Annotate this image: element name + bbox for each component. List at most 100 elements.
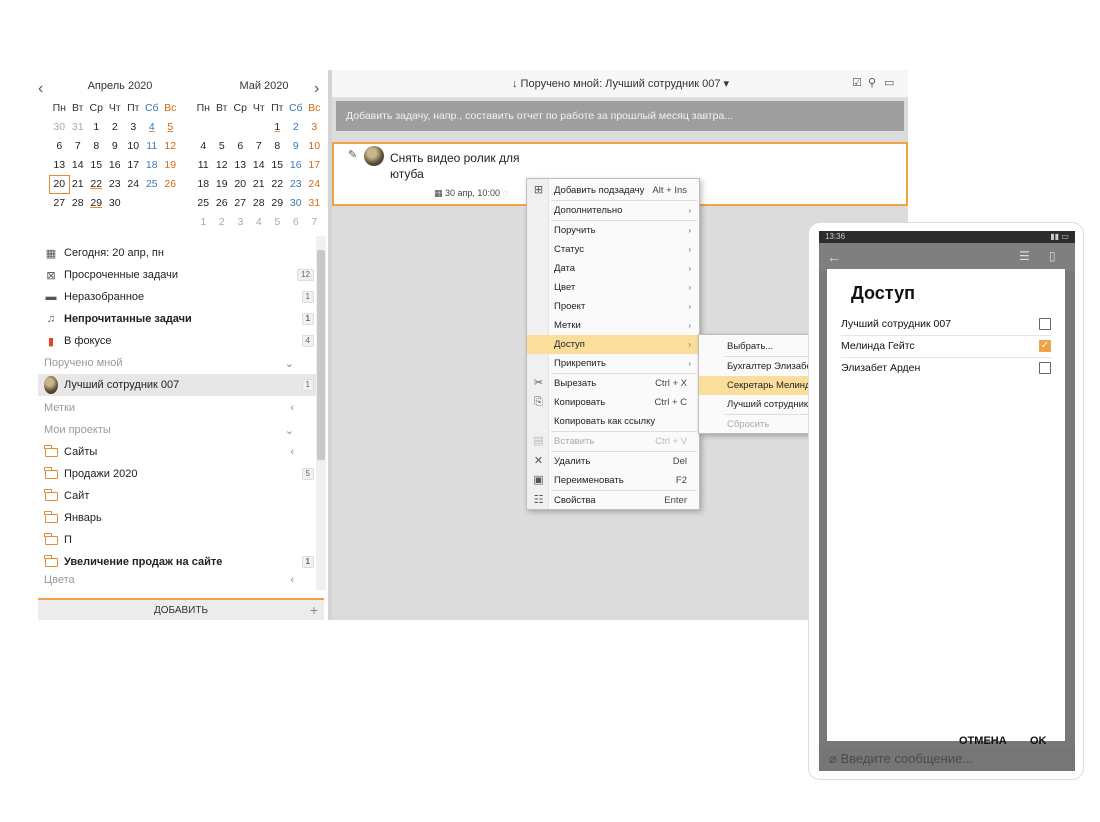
- message-input[interactable]: ⌀ Введите сообщение...: [819, 747, 1075, 771]
- checkbox-checked[interactable]: ✓: [1039, 340, 1051, 352]
- submenu-item-secretary[interactable]: Секретарь Мелинда: [699, 376, 813, 395]
- calendar-day[interactable]: 13: [231, 157, 250, 174]
- calendar-day[interactable]: 25: [194, 195, 213, 212]
- calendar-day[interactable]: 12: [161, 138, 180, 155]
- prev-month-icon[interactable]: ‹: [38, 80, 43, 98]
- calendar-day[interactable]: 2: [213, 214, 232, 231]
- calendar-day[interactable]: 3: [305, 119, 324, 136]
- dialog-option-melinda[interactable]: Мелинда Гейтс ✓: [827, 335, 1065, 357]
- calendar-day[interactable]: 6: [287, 214, 306, 231]
- calendar-day[interactable]: 1: [87, 119, 106, 136]
- calendar-day[interactable]: 31: [305, 195, 324, 212]
- calendar-day[interactable]: 27: [231, 195, 250, 212]
- submenu-item-accountant[interactable]: Бухгалтер Элизабет: [699, 357, 813, 376]
- ok-button[interactable]: OK: [1030, 735, 1047, 747]
- menu-item-paste[interactable]: ▤ Вставить Ctrl + V: [527, 432, 699, 451]
- sidebar-section-tags[interactable]: Метки ‹: [38, 397, 316, 419]
- calendar-day[interactable]: 17: [305, 157, 324, 174]
- sidebar-item-unread[interactable]: ♫ Непрочитанные задачи 1: [38, 308, 316, 330]
- calendar-day[interactable]: 30: [106, 195, 125, 212]
- calendar-day[interactable]: 21: [69, 176, 88, 193]
- calendar-day[interactable]: 4: [194, 138, 213, 155]
- calendar-day[interactable]: 9: [106, 138, 125, 155]
- sidebar-item-today[interactable]: ▦ Сегодня: 20 апр, пн: [38, 242, 316, 264]
- calendar-day[interactable]: 26: [161, 176, 180, 193]
- sidebar-item-project-p[interactable]: П: [38, 529, 316, 551]
- menu-item-access[interactable]: Доступ ›: [527, 335, 699, 354]
- sidebar-item-overdue[interactable]: ⊠ Просроченные задачи 12: [38, 264, 316, 286]
- calendar-day[interactable]: 6: [50, 138, 69, 155]
- checkbox-toggle-icon[interactable]: ☑: [852, 76, 862, 89]
- bookmark-icon[interactable]: ▯: [1049, 249, 1056, 263]
- sidebar-item-project-sales[interactable]: Продажи 2020 5: [38, 463, 316, 485]
- wrench-icon[interactable]: ✎: [348, 148, 357, 161]
- calendar-view-icon[interactable]: ▭: [884, 76, 894, 89]
- calendar-day[interactable]: 13: [50, 157, 69, 174]
- menu-item-date[interactable]: Дата ›: [527, 259, 699, 278]
- sidebar-item-project-site[interactable]: Сайт: [38, 485, 316, 507]
- add-button[interactable]: ДОБАВИТЬ +: [38, 598, 324, 620]
- calendar-day[interactable]: 31: [69, 119, 88, 136]
- menu-item-status[interactable]: Статус ›: [527, 240, 699, 259]
- calendar-day[interactable]: 3: [124, 119, 143, 136]
- calendar-day[interactable]: 23: [287, 176, 306, 193]
- menu-item-copy-link[interactable]: Копировать как ссылку: [527, 412, 699, 431]
- calendar-day[interactable]: 7: [250, 138, 269, 155]
- sidebar-item-project-increase-sales[interactable]: Увеличение продаж на сайте 1: [38, 551, 316, 573]
- calendar-day[interactable]: 12: [213, 157, 232, 174]
- sidebar-item-project-january[interactable]: Январь: [38, 507, 316, 529]
- view-title-dropdown[interactable]: ↓ Поручено мной: Лучший сотрудник 007 ▾: [512, 77, 729, 90]
- calendar-day[interactable]: 27: [50, 195, 69, 212]
- menu-item-copy[interactable]: ⎘ Копировать Ctrl + C: [527, 393, 699, 412]
- calendar-day[interactable]: 1: [268, 119, 287, 136]
- calendar-day[interactable]: 4: [143, 119, 162, 136]
- calendar-day[interactable]: 14: [250, 157, 269, 174]
- calendar-day[interactable]: 10: [305, 138, 324, 155]
- list-icon[interactable]: ☰: [1019, 249, 1030, 263]
- task-title[interactable]: Снять видео ролик для ютуба: [390, 150, 520, 182]
- calendar-day[interactable]: 7: [69, 138, 88, 155]
- menu-item-project[interactable]: Проект ›: [527, 297, 699, 316]
- menu-item-attach[interactable]: Прикрепить ›: [527, 354, 699, 373]
- menu-item-color[interactable]: Цвет ›: [527, 278, 699, 297]
- menu-item-delete[interactable]: ✕ Удалить Del: [527, 452, 699, 471]
- calendar-day[interactable]: 28: [250, 195, 269, 212]
- menu-item-cut[interactable]: ✂ Вырезать Ctrl + X: [527, 374, 699, 393]
- calendar-day[interactable]: 20: [49, 175, 70, 194]
- menu-item-assign[interactable]: Поручить ›: [527, 221, 699, 240]
- menu-item-rename[interactable]: ▣ Переименовать F2: [527, 471, 699, 490]
- submenu-item-choose[interactable]: Выбрать...: [699, 337, 813, 356]
- quick-add-input[interactable]: Добавить задачу, напр., составить отчет …: [336, 101, 904, 131]
- calendar-day[interactable]: 5: [213, 138, 232, 155]
- calendar-day[interactable]: 18: [194, 176, 213, 193]
- sidebar-section-assigned-by-me[interactable]: Поручено мной ⌄: [38, 352, 316, 374]
- calendar-day[interactable]: 5: [161, 119, 180, 136]
- calendar-day[interactable]: 29: [268, 195, 287, 212]
- calendar-day[interactable]: 1: [194, 214, 213, 231]
- calendar-day[interactable]: 20: [231, 176, 250, 193]
- calendar-day[interactable]: 14: [69, 157, 88, 174]
- calendar-day[interactable]: 9: [287, 138, 306, 155]
- calendar-day[interactable]: 18: [143, 157, 162, 174]
- calendar-day[interactable]: 24: [124, 176, 143, 193]
- calendar-day[interactable]: 7: [305, 214, 324, 231]
- calendar-day[interactable]: 26: [213, 195, 232, 212]
- menu-item-more[interactable]: Дополнительно ›: [527, 201, 699, 220]
- calendar-day[interactable]: 22: [268, 176, 287, 193]
- calendar-day[interactable]: 15: [87, 157, 106, 174]
- calendar-day[interactable]: 8: [87, 138, 106, 155]
- back-arrow-icon[interactable]: ←: [827, 249, 841, 265]
- calendar-day[interactable]: 2: [106, 119, 125, 136]
- calendar-day[interactable]: 2: [287, 119, 306, 136]
- calendar-day[interactable]: 19: [161, 157, 180, 174]
- calendar-day[interactable]: 6: [231, 138, 250, 155]
- search-icon[interactable]: ⚲: [868, 76, 876, 89]
- calendar-day[interactable]: 23: [106, 176, 125, 193]
- menu-item-properties[interactable]: ☷ Свойства Enter: [527, 491, 699, 510]
- calendar-day[interactable]: 11: [194, 157, 213, 174]
- calendar-day[interactable]: 25: [143, 176, 162, 193]
- checkbox[interactable]: [1039, 362, 1051, 374]
- paperclip-icon[interactable]: ⌀: [829, 751, 837, 766]
- calendar-day[interactable]: 16: [106, 157, 125, 174]
- calendar-day[interactable]: 16: [287, 157, 306, 174]
